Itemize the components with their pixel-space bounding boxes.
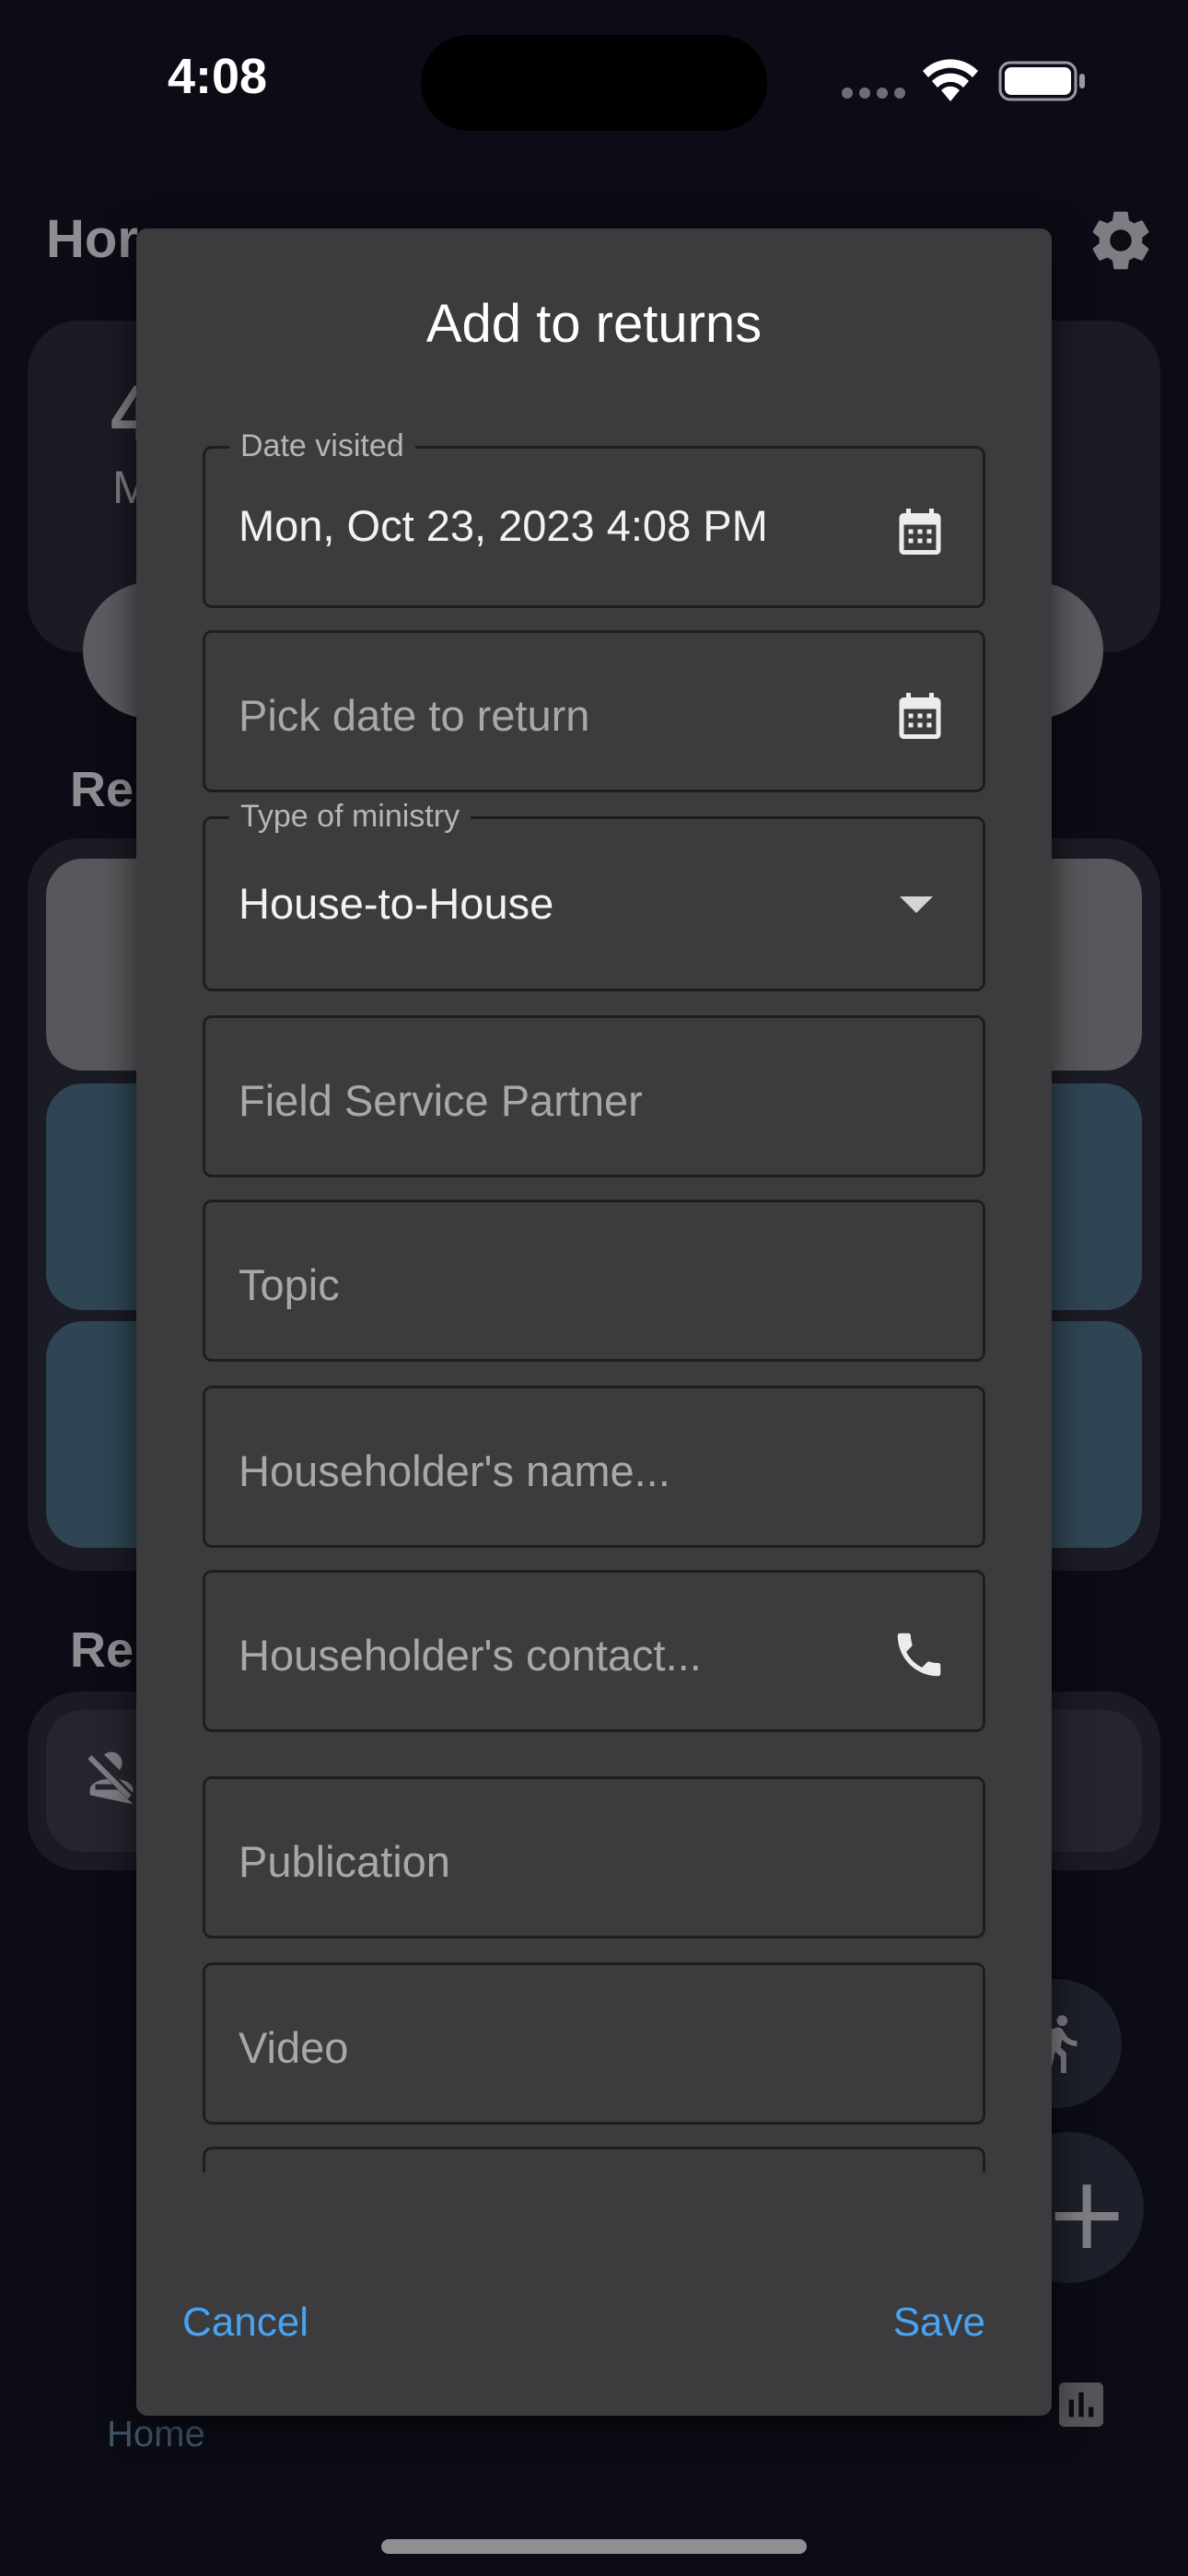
add-to-returns-dialog: Add to returns Date visited Mon, Oct 23,… xyxy=(136,228,1052,2416)
next-field-clipped[interactable] xyxy=(203,2147,985,2172)
topic-field[interactable]: Topic xyxy=(203,1200,985,1362)
battery-icon xyxy=(998,61,1087,106)
phone-icon[interactable] xyxy=(891,1626,948,1688)
publication-field[interactable]: Publication xyxy=(203,1776,985,1938)
partner-field[interactable]: Field Service Partner xyxy=(203,1015,985,1177)
ministry-type-label: Type of ministry xyxy=(229,799,472,835)
calendar-icon[interactable] xyxy=(892,686,948,750)
ministry-type-select[interactable]: Type of ministry House-to-House xyxy=(203,799,985,991)
householder-name-field[interactable]: Householder's name... xyxy=(203,1386,985,1548)
calendar-icon[interactable] xyxy=(892,502,948,566)
save-button[interactable]: Save xyxy=(893,2300,985,2346)
householder-name-placeholder: Householder's name... xyxy=(239,1446,670,1495)
return-date-field[interactable]: Pick date to return xyxy=(203,630,985,792)
person-off-icon xyxy=(79,1741,144,1810)
householder-contact-placeholder: Householder's contact... xyxy=(239,1631,702,1680)
publication-placeholder: Publication xyxy=(239,1837,450,1886)
plus-icon: + xyxy=(1044,2154,1130,2272)
cellular-signal-icon xyxy=(842,87,912,103)
wifi-icon xyxy=(921,59,980,108)
cancel-button[interactable]: Cancel xyxy=(182,2300,309,2346)
date-visited-label: Date visited xyxy=(229,428,415,464)
video-field[interactable]: Video xyxy=(203,1962,985,2125)
screen-title: Hor xyxy=(46,209,138,269)
nav-home-label[interactable]: Home xyxy=(107,2414,205,2455)
status-time: 4:08 xyxy=(168,49,268,104)
partner-placeholder: Field Service Partner xyxy=(239,1076,643,1125)
video-placeholder: Video xyxy=(239,2023,349,2072)
bar-chart-icon[interactable] xyxy=(1052,2375,1111,2439)
section-title-returns: Re xyxy=(70,762,134,817)
date-visited-field[interactable]: Date visited Mon, Oct 23, 2023 4:08 PM xyxy=(203,428,985,608)
section-title-records: Re xyxy=(70,1622,134,1678)
dropdown-arrow-icon[interactable] xyxy=(900,896,933,913)
home-indicator[interactable] xyxy=(381,2539,807,2554)
dynamic-island xyxy=(421,35,767,131)
topic-placeholder: Topic xyxy=(239,1260,340,1309)
dialog-title: Add to returns xyxy=(425,294,763,354)
date-visited-value: Mon, Oct 23, 2023 4:08 PM xyxy=(239,501,768,550)
ministry-type-value: House-to-House xyxy=(239,879,554,928)
householder-contact-field[interactable]: Householder's contact... xyxy=(203,1570,985,1732)
gear-icon[interactable] xyxy=(1085,205,1157,281)
return-date-placeholder: Pick date to return xyxy=(239,691,590,740)
